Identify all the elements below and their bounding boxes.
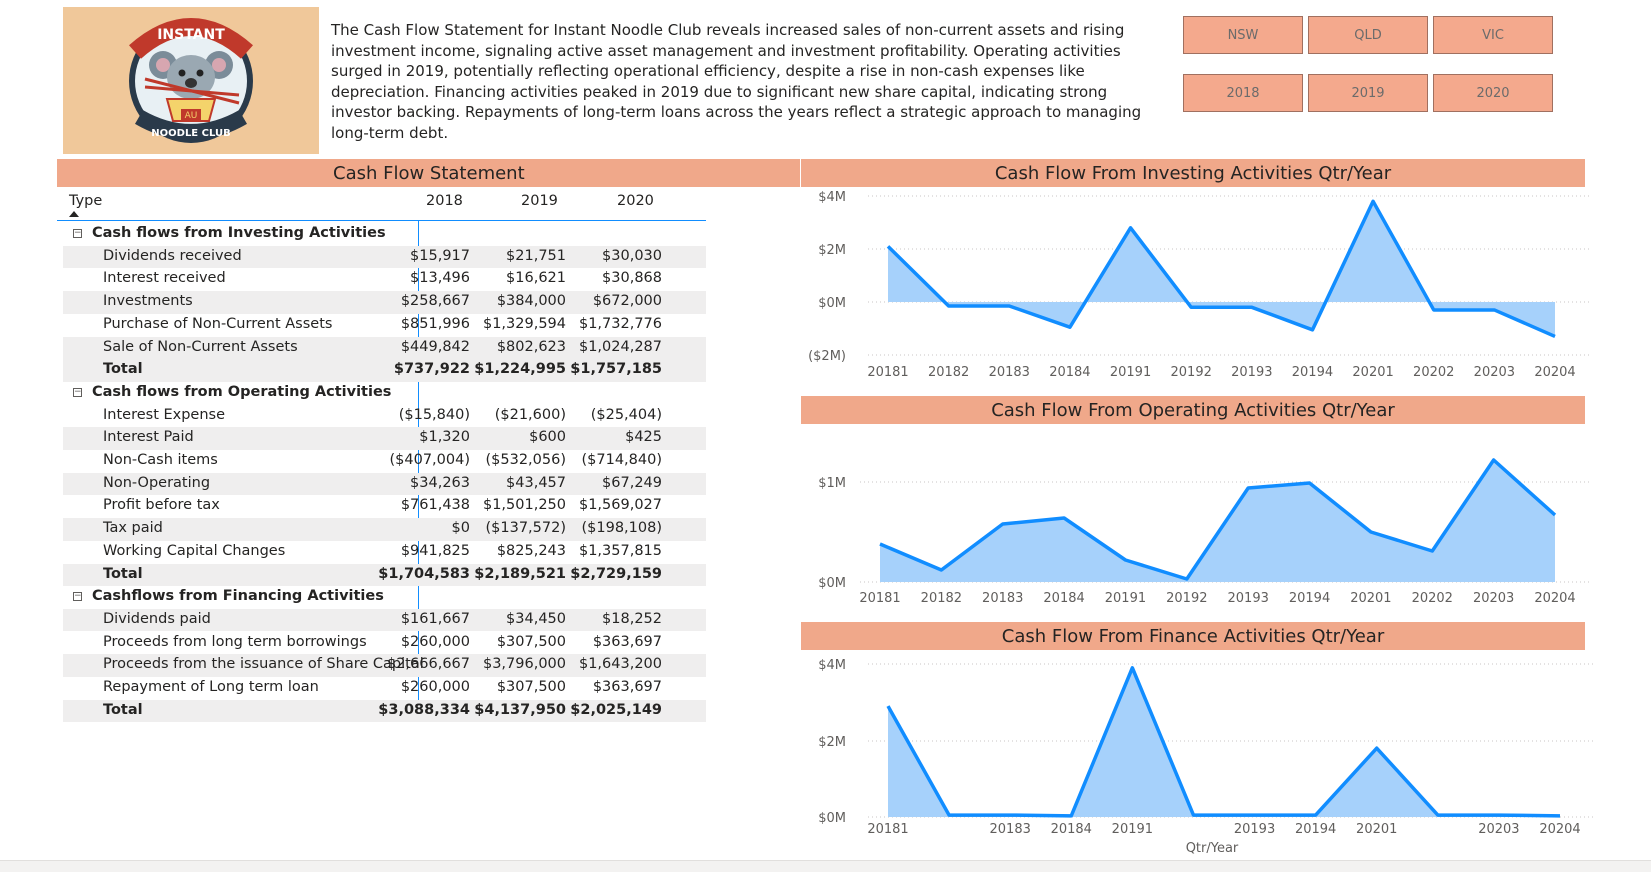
x-tick-label: 20202 xyxy=(1413,365,1454,380)
x-tick-label: 20193 xyxy=(1234,822,1275,837)
x-tick-label: 20194 xyxy=(1289,591,1330,606)
area-fill xyxy=(888,667,1560,817)
x-tick-label: 20192 xyxy=(1166,591,1207,606)
y-tick-label: ($2M) xyxy=(808,349,846,364)
y-tick-label: $4M xyxy=(818,658,846,673)
y-tick-label: $2M xyxy=(818,243,846,258)
y-tick-label: $1M xyxy=(818,476,846,491)
x-tick-label: 20181 xyxy=(867,822,908,837)
series-line xyxy=(886,666,1561,818)
x-tick-label: 20184 xyxy=(1051,822,1092,837)
area-fill xyxy=(888,201,1555,337)
x-tick-label: 20204 xyxy=(1534,365,1575,380)
y-tick-label: $0M xyxy=(818,296,846,311)
charts-canvas: $4M $2M $0M ($2M) 20181 20182 20183 20184 20191 2… xyxy=(808,190,1595,856)
x-tick-label: 20203 xyxy=(1473,591,1514,606)
x-tick-label: 20181 xyxy=(859,591,900,606)
x-tick-label: 20194 xyxy=(1295,822,1336,837)
x-tick-label: 20184 xyxy=(1049,365,1090,380)
x-tick-label: 20191 xyxy=(1110,365,1151,380)
x-tick-label: 20204 xyxy=(1539,822,1580,837)
x-tick-label: 20193 xyxy=(1231,365,1272,380)
x-tick-label: 20202 xyxy=(1412,591,1453,606)
y-tick-label: $0M xyxy=(818,576,846,591)
x-tick-label: 20201 xyxy=(1356,822,1397,837)
x-tick-label: 20193 xyxy=(1228,591,1269,606)
x-tick-label: 20204 xyxy=(1534,591,1575,606)
x-tick-label: 20182 xyxy=(921,591,962,606)
x-tick-label: 20201 xyxy=(1352,365,1393,380)
x-tick-label: 20184 xyxy=(1043,591,1084,606)
series-line xyxy=(886,199,1556,339)
x-tick-label: 20181 xyxy=(867,365,908,380)
x-tick-label: 20191 xyxy=(1105,591,1146,606)
x-tick-label: 20182 xyxy=(928,365,969,380)
y-tick-label: $0M xyxy=(818,811,846,826)
y-tick-label: $2M xyxy=(818,735,846,750)
x-tick-label: 20183 xyxy=(989,365,1030,380)
x-tick-label: 20191 xyxy=(1112,822,1153,837)
chart-2: $4M $2M $0M 20181 20183 20184 20191 20193 20194 2… xyxy=(818,658,1595,856)
x-axis-title: Qtr/Year xyxy=(1186,841,1239,856)
x-tick-label: 20194 xyxy=(1292,365,1333,380)
x-tick-label: 20203 xyxy=(1478,822,1519,837)
x-tick-label: 20192 xyxy=(1171,365,1212,380)
chart-0: $4M $2M $0M ($2M) 20181 20182 20183 20184 20191 2… xyxy=(808,190,1590,380)
x-tick-label: 20183 xyxy=(982,591,1023,606)
x-tick-label: 20203 xyxy=(1474,365,1515,380)
y-tick-label: $4M xyxy=(818,190,846,205)
x-tick-label: 20201 xyxy=(1350,591,1391,606)
chart-1: $1M $0M 20181 20182 20183 20184 20191 20192 2019… xyxy=(818,458,1590,606)
x-tick-label: 20183 xyxy=(990,822,1031,837)
page-scrollbar[interactable] xyxy=(0,860,1651,872)
